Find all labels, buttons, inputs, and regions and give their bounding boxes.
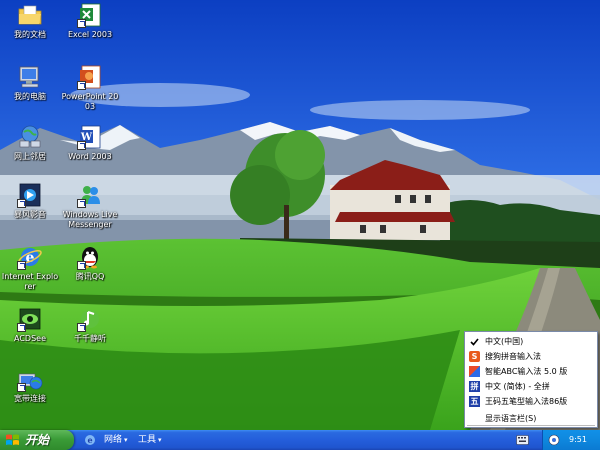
- desktop-icon-internet-explorer[interactable]: e Internet Explorer: [0, 244, 60, 292]
- internet-explorer-icon: e: [17, 244, 43, 270]
- messenger-icon: [77, 182, 103, 208]
- excel-icon: [77, 2, 103, 28]
- my-computer-icon: [17, 64, 43, 90]
- wubi-ime-icon: 五: [469, 396, 480, 407]
- lang-menu-item-label: 搜狗拼音输入法: [485, 352, 541, 361]
- abc-ime-icon: [469, 366, 480, 377]
- lang-menu-item-label: 智能ABC输入法 5.0 版: [485, 367, 568, 376]
- desktop-icon-label: 我的文档: [14, 30, 46, 39]
- desktop-icon-label: Internet Explorer: [1, 272, 59, 291]
- chevron-down-icon: ▾: [158, 436, 162, 444]
- start-button[interactable]: 开始: [0, 430, 74, 450]
- desktop-icon-label: ACDSee: [14, 334, 46, 343]
- system-tray: 9:51: [542, 430, 600, 450]
- desktop-icon-label: Excel 2003: [67, 30, 113, 39]
- clock[interactable]: 9:51: [569, 430, 587, 450]
- ttplayer-icon: [77, 306, 103, 332]
- shortcut-arrow-icon: [77, 141, 86, 150]
- lang-menu-item-label: 中文(中国): [485, 337, 524, 346]
- desktop-icon-excel[interactable]: Excel 2003: [60, 2, 120, 40]
- desktop-icon-label: Windows Live Messenger: [62, 210, 118, 229]
- lang-menu-item-chinese[interactable]: 中文(中国): [465, 334, 597, 349]
- taskbar: 开始 e 网络 ▾ 工具 ▾ 9:51: [0, 430, 600, 450]
- toolbar-tools[interactable]: 工具 ▾: [138, 430, 162, 450]
- qq-icon: [77, 244, 103, 270]
- toolbar-tools-label: 工具: [138, 435, 157, 445]
- desktop-icon-label: 腾讯QQ: [75, 272, 105, 281]
- shortcut-arrow-icon: [77, 81, 86, 90]
- network-places-icon: [17, 124, 43, 150]
- shortcut-arrow-icon: [17, 323, 26, 332]
- lang-menu-item-quanpin[interactable]: 拼 中文 (简体) - 全拼: [465, 379, 597, 394]
- acdsee-icon: [17, 306, 43, 332]
- desktop-icon-powerpoint[interactable]: PowerPoint 2003: [60, 64, 120, 112]
- shortcut-arrow-icon: [17, 261, 26, 270]
- lang-menu-item-sogou[interactable]: S 搜狗拼音输入法: [465, 349, 597, 364]
- storm-player-icon: [17, 182, 43, 208]
- lang-menu-item-label: 王码五笔型输入法86版: [485, 397, 568, 406]
- keyboard-icon[interactable]: [516, 435, 529, 445]
- shortcut-arrow-icon: [77, 323, 86, 332]
- desktop-icon-label: 我的电脑: [14, 92, 46, 101]
- desktop-icon-broadband-connection[interactable]: 宽带连接: [0, 366, 60, 404]
- start-label: 开始: [25, 433, 50, 447]
- desktop-icon-word[interactable]: W Word 2003: [60, 124, 120, 162]
- broadband-connection-icon: [17, 366, 43, 392]
- shortcut-arrow-icon: [77, 199, 86, 208]
- desktop-icon-label: 暴风影音: [14, 210, 46, 219]
- chevron-down-icon: ▾: [124, 436, 128, 444]
- desktop-icon-ttplayer[interactable]: 千千静听: [60, 306, 120, 344]
- quick-launch-ie-icon[interactable]: e: [84, 434, 96, 446]
- desktop-icon-label: PowerPoint 2003: [61, 92, 119, 111]
- lang-menu-item-abc[interactable]: 智能ABC输入法 5.0 版: [465, 364, 597, 379]
- lang-menu-item-wubi[interactable]: 五 王码五笔型输入法86版: [465, 394, 597, 409]
- desktop-icon-my-documents[interactable]: 我的文档: [0, 2, 60, 40]
- desktop-icon-label: Word 2003: [68, 152, 112, 161]
- lang-menu-item-label: 中文 (简体) - 全拼: [485, 382, 550, 391]
- desktop-icon-messenger[interactable]: Windows Live Messenger: [60, 182, 120, 230]
- desktop-icon-qq[interactable]: 腾讯QQ: [60, 244, 120, 282]
- desktop-icon-my-computer[interactable]: 我的电脑: [0, 64, 60, 102]
- desktop-icon-label: 千千静听: [74, 334, 106, 343]
- shortcut-arrow-icon: [77, 261, 86, 270]
- desktop-icon-label: 宽带连接: [14, 394, 46, 403]
- volume-icon[interactable]: [548, 434, 560, 446]
- desktop-icon-label: 网上邻居: [14, 152, 46, 161]
- my-documents-folder-icon: [17, 2, 43, 28]
- svg-text:e: e: [87, 435, 92, 445]
- windows-logo-icon: [6, 434, 19, 445]
- toolbar-network-label: 网络: [104, 435, 123, 445]
- shortcut-arrow-icon: [17, 199, 26, 208]
- word-icon: W: [77, 124, 103, 150]
- checkmark-icon: [469, 336, 480, 347]
- shortcut-arrow-icon: [77, 19, 86, 28]
- lang-menu-item-show-language-bar[interactable]: 显示语言栏(S): [465, 411, 597, 426]
- desktop-icon-acdsee[interactable]: ACDSee: [0, 306, 60, 344]
- language-menu: 中文(中国) S 搜狗拼音输入法 智能ABC输入法 5.0 版 拼 中文 (简体…: [464, 331, 598, 428]
- desktop-icon-network-places[interactable]: 网上邻居: [0, 124, 60, 162]
- toolbar-network[interactable]: 网络 ▾: [104, 430, 128, 450]
- quanpin-ime-icon: 拼: [469, 381, 480, 392]
- sogou-pinyin-icon: S: [469, 351, 480, 362]
- desktop-icon-storm-player[interactable]: 暴风影音: [0, 182, 60, 220]
- shortcut-arrow-icon: [17, 383, 26, 392]
- powerpoint-icon: [77, 64, 103, 90]
- lang-menu-item-label: 显示语言栏(S): [485, 414, 537, 423]
